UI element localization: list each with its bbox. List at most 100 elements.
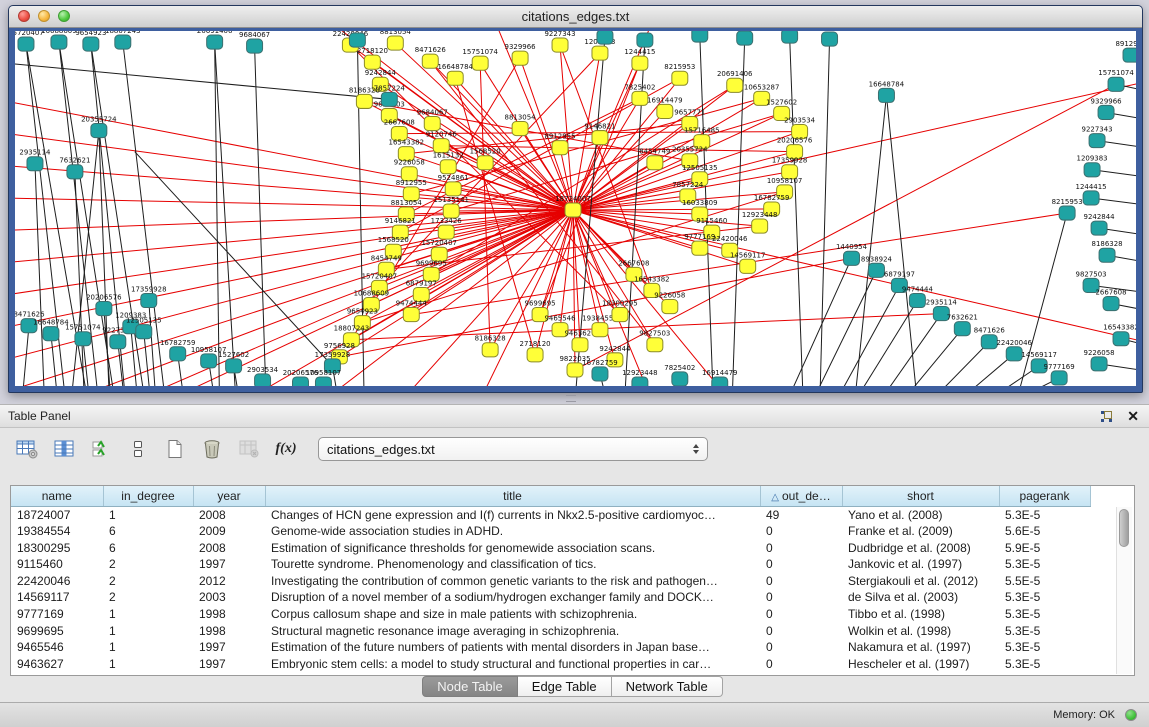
- citation-edge[interactable]: [919, 342, 989, 386]
- cell-name[interactable]: 9463627: [11, 656, 103, 673]
- graph-node[interactable]: 9684067: [417, 107, 448, 130]
- graph-node[interactable]: 20355724: [81, 114, 117, 137]
- graph-node[interactable]: 8938924: [774, 31, 806, 43]
- graph-node[interactable]: 8186328: [475, 334, 506, 357]
- cell-pagerank[interactable]: 5.3E-5: [999, 623, 1090, 640]
- cell-pagerank[interactable]: 5.6E-5: [999, 523, 1090, 540]
- cell-out_degree[interactable]: 0: [760, 556, 842, 573]
- citation-edge[interactable]: [782, 258, 852, 386]
- graph-node[interactable]: 8912955: [1115, 39, 1136, 62]
- cell-in_degree[interactable]: 2: [103, 589, 193, 606]
- citation-edge[interactable]: [480, 63, 490, 350]
- citation-edge[interactable]: [149, 301, 157, 386]
- cell-year[interactable]: 1998: [193, 623, 265, 640]
- cell-out_degree[interactable]: 0: [760, 656, 842, 673]
- graph-node[interactable]: 9684067: [239, 31, 270, 53]
- cell-name[interactable]: 19384554: [11, 523, 103, 540]
- cell-short[interactable]: de Silva et al. (2003): [842, 589, 999, 606]
- cell-title[interactable]: Corpus callosum shape and size in male p…: [265, 606, 760, 623]
- column-header-title[interactable]: title: [265, 486, 760, 506]
- graph-node[interactable]: 1527602: [218, 350, 249, 373]
- citation-edge[interactable]: [255, 46, 267, 386]
- cell-in_degree[interactable]: 2: [103, 556, 193, 573]
- cell-name[interactable]: 9699695: [11, 623, 103, 640]
- graph-node[interactable]: 9777169: [1044, 362, 1075, 385]
- cell-short[interactable]: Franke et al. (2009): [842, 523, 999, 540]
- column-header-year[interactable]: year: [193, 486, 265, 506]
- network-file-select[interactable]: citations_edges.txt: [318, 437, 708, 461]
- graph-node[interactable]: 1440954: [729, 31, 761, 45]
- graph-node[interactable]: 16648784: [33, 318, 69, 341]
- cell-title[interactable]: Investigating the contribution of common…: [265, 573, 760, 590]
- graph-node[interactable]: 8186328: [1092, 239, 1123, 262]
- cell-title[interactable]: Disruption of a novel member of a sodium…: [265, 589, 760, 606]
- graph-node[interactable]: 8454749: [639, 147, 670, 170]
- splitter-grip-icon[interactable]: [566, 395, 576, 402]
- citation-edge[interactable]: [854, 95, 887, 386]
- graph-node[interactable]: 16543382: [1103, 323, 1136, 346]
- graph-node[interactable]: 7825402: [664, 363, 695, 386]
- cell-in_degree[interactable]: 1: [103, 606, 193, 623]
- citation-edge[interactable]: [989, 378, 1059, 386]
- cell-in_degree[interactable]: 6: [103, 523, 193, 540]
- citation-edge[interactable]: [871, 314, 941, 386]
- cell-in_degree[interactable]: 1: [103, 639, 193, 656]
- table-row[interactable]: 946362711997Embryonic stem cells: a mode…: [11, 656, 1090, 673]
- graph-node[interactable]: 16914479: [702, 368, 738, 386]
- table-row[interactable]: 1872400712008Changes of HCN gene express…: [11, 506, 1090, 523]
- cell-out_degree[interactable]: 0: [760, 639, 842, 656]
- table-row[interactable]: 2242004622012Investigating the contribut…: [11, 573, 1090, 590]
- cell-year[interactable]: 2003: [193, 589, 265, 606]
- graph-node[interactable]: 20691406: [197, 31, 233, 49]
- cell-short[interactable]: Jankovic et al. (1997): [842, 556, 999, 573]
- tab-node-table[interactable]: Node Table: [422, 676, 518, 697]
- graph-node[interactable]: 6879197: [814, 31, 845, 46]
- graph-node[interactable]: 9827503: [639, 329, 670, 352]
- tab-edge-table[interactable]: Edge Table: [518, 676, 612, 697]
- table-row[interactable]: 911546021997Tourette syndrome. Phenomeno…: [11, 556, 1090, 573]
- cell-out_degree[interactable]: 0: [760, 623, 842, 640]
- cell-in_degree[interactable]: 1: [103, 623, 193, 640]
- table-row[interactable]: 946554611997Estimation of the future num…: [11, 639, 1090, 656]
- graph-node[interactable]: 9329966: [1091, 96, 1123, 119]
- table-row[interactable]: 1938455462009Genome-wide association stu…: [11, 523, 1090, 540]
- table-row[interactable]: 1830029562008Estimation of significance …: [11, 540, 1090, 557]
- column-header-name[interactable]: name: [11, 486, 103, 506]
- graph-node[interactable]: 9654923: [75, 31, 106, 51]
- cell-in_degree[interactable]: 1: [103, 506, 193, 523]
- cell-out_degree[interactable]: 0: [760, 606, 842, 623]
- cell-in_degree[interactable]: 1: [103, 656, 193, 673]
- citation-edge[interactable]: [830, 285, 900, 386]
- table-row[interactable]: 1456911722003Disruption of a novel membe…: [11, 589, 1090, 606]
- cell-year[interactable]: 2008: [193, 506, 265, 523]
- cell-name[interactable]: 18724007: [11, 506, 103, 523]
- citation-edge[interactable]: [21, 326, 29, 386]
- column-header-in_degree[interactable]: in_degree: [103, 486, 193, 506]
- cell-out_degree[interactable]: 0: [760, 589, 842, 606]
- graph-node[interactable]: 9227343: [544, 31, 575, 52]
- citation-edge[interactable]: [790, 36, 804, 386]
- tab-network-table[interactable]: Network Table: [612, 676, 723, 697]
- cell-out_degree[interactable]: 0: [760, 540, 842, 557]
- graph-node[interactable]: 1244415: [624, 47, 655, 70]
- function-builder-icon[interactable]: f(x): [273, 436, 299, 462]
- cell-pagerank[interactable]: 5.9E-5: [999, 540, 1090, 557]
- table-settings-icon[interactable]: [14, 436, 40, 462]
- cell-year[interactable]: 2008: [193, 540, 265, 557]
- graph-node[interactable]: 2718120: [520, 339, 551, 362]
- graph-node[interactable]: 1209383: [1077, 154, 1108, 177]
- cell-year[interactable]: 1997: [193, 556, 265, 573]
- panel-splitter[interactable]: [0, 391, 1149, 404]
- citation-edge[interactable]: [820, 39, 830, 386]
- graph-node[interactable]: 15135141: [627, 31, 663, 47]
- cell-title[interactable]: Estimation of significance thresholds fo…: [265, 540, 760, 557]
- graph-node[interactable]: 1733426: [684, 31, 716, 42]
- graph-node[interactable]: 17359928: [131, 284, 167, 307]
- network-graph[interactable]: 1872400727181209242844818632898275032667…: [15, 31, 1136, 386]
- cell-title[interactable]: Estimation of the future numbers of pati…: [265, 639, 760, 656]
- close-panel-icon[interactable]: ✕: [1127, 409, 1139, 423]
- cell-out_degree[interactable]: 0: [760, 573, 842, 590]
- cell-name[interactable]: 22420046: [11, 573, 103, 590]
- new-table-icon[interactable]: [162, 436, 188, 462]
- graph-node[interactable]: 10688609: [41, 31, 77, 49]
